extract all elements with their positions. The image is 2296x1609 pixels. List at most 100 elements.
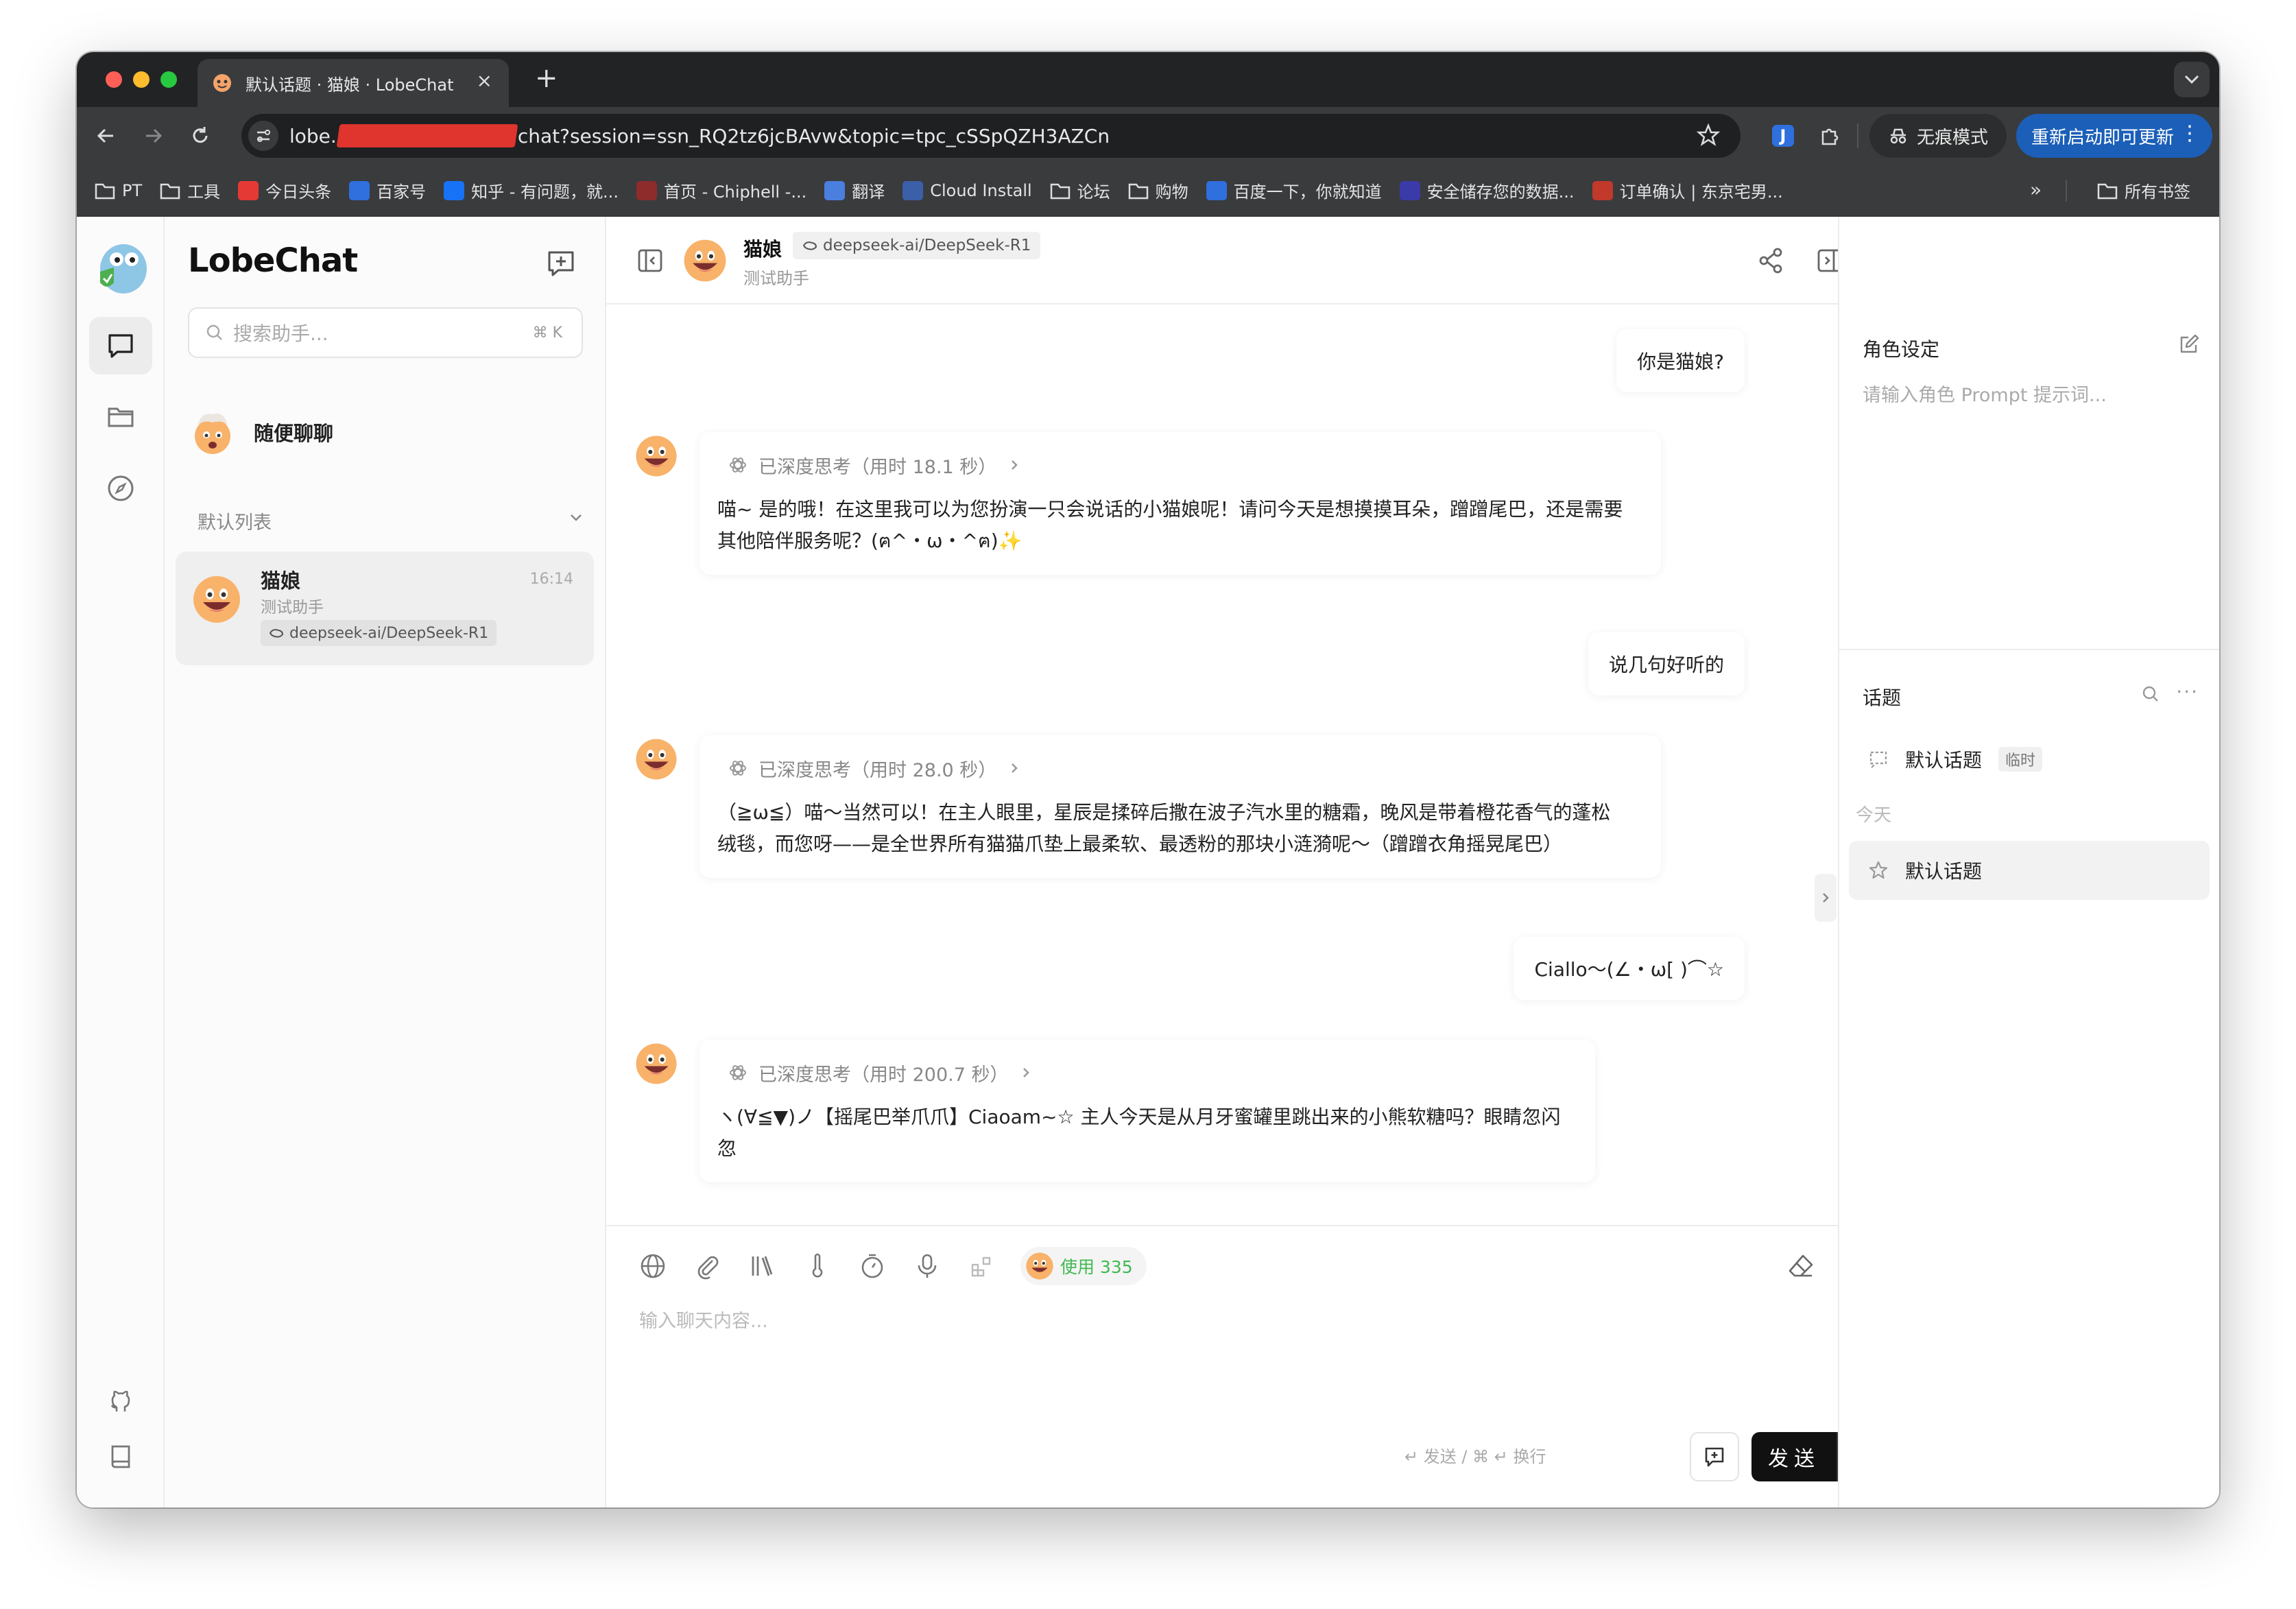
bookmark-item[interactable]: 论坛 xyxy=(1050,178,1110,202)
back-button[interactable] xyxy=(91,121,121,151)
docs-link[interactable] xyxy=(89,1428,152,1486)
search-topic-icon[interactable] xyxy=(2141,684,2160,706)
close-window-button[interactable] xyxy=(106,71,122,88)
relaunch-update-button[interactable]: 重新启动即可更新 ⋮ xyxy=(2016,114,2212,158)
site-info-icon[interactable] xyxy=(248,121,278,151)
nav-chat[interactable] xyxy=(89,317,152,374)
nav-files[interactable] xyxy=(89,388,152,446)
new-chat-button[interactable] xyxy=(542,244,580,283)
bookmark-item[interactable]: PT xyxy=(95,181,142,200)
thinking-toggle[interactable]: 已深度思考（用时 28.0 秒） xyxy=(728,753,1643,783)
model-tag[interactable]: deepseek-ai/DeepSeek-R1 xyxy=(793,232,1041,259)
deepseek-whale-icon xyxy=(802,241,817,250)
tab-favicon-icon xyxy=(211,72,233,94)
relaunch-label: 重新启动即可更新 xyxy=(2031,127,2175,148)
session-title: 猫娘 xyxy=(261,569,301,593)
incognito-icon xyxy=(1890,128,1906,144)
maximize-window-button[interactable] xyxy=(160,71,177,88)
bookmark-item[interactable]: 首页 - Chiphell -... xyxy=(636,178,806,202)
bookmark-item[interactable]: 订单确认 | 东京宅男... xyxy=(1592,178,1783,202)
bookmark-label: 购物 xyxy=(1155,182,1188,202)
thinking-toggle[interactable]: 已深度思考（用时 18.1 秒） xyxy=(728,450,1643,480)
reload-button[interactable] xyxy=(185,121,215,151)
history-count-button[interactable] xyxy=(853,1247,892,1285)
share-icon xyxy=(1759,248,1782,274)
all-bookmarks[interactable]: 所有书签 xyxy=(2097,178,2190,202)
thinking-toggle[interactable]: 已深度思考（用时 200.7 秒） xyxy=(728,1058,1577,1088)
incognito-badge[interactable]: 无痕模式 xyxy=(1869,114,2007,158)
voice-input-button[interactable] xyxy=(908,1247,946,1285)
bookmark-label: PT xyxy=(122,180,143,200)
right-panel: 角色设定 请输入角色 Prompt 提示词... 话题 ··· 默认话题 临时 … xyxy=(1838,217,2219,1507)
github-link[interactable] xyxy=(89,1373,152,1431)
search-shortcut: ⌘ K xyxy=(532,324,562,342)
forward-button[interactable] xyxy=(139,121,169,151)
globe-icon xyxy=(641,1254,665,1278)
send-label: 发送 xyxy=(1768,1447,1820,1471)
toggle-session-panel-button[interactable] xyxy=(631,241,669,280)
chat-input-area: 使用 335 输入聊天内容... ↵ 发送 / ⌘ ↵ 换行 发送 xyxy=(606,1225,1876,1507)
session-item[interactable]: 猫娘 测试助手 16:14 deepseek-ai/DeepSeek-R1 xyxy=(176,551,594,665)
book-icon xyxy=(111,1445,130,1468)
role-setting-section: 角色设定 请输入角色 Prompt 提示词... xyxy=(1839,305,2219,650)
bookmark-item[interactable]: 安全储存您的数据... xyxy=(1399,178,1575,202)
browser-tab[interactable]: 默认话题 · 猫娘 · LobeChat × xyxy=(198,59,509,107)
folder-icon xyxy=(160,181,180,200)
session-group-header[interactable]: 默认列表 xyxy=(198,508,588,534)
address-bar[interactable]: lobe. chat?session=ssn_RQ2tz6jcBAvw&topi… xyxy=(241,114,1741,158)
bookmark-label: 今日头条 xyxy=(265,182,332,202)
web-search-button[interactable] xyxy=(634,1247,672,1285)
browser-window: 默认话题 · 猫娘 · LobeChat × + lobe. chat?sess… xyxy=(77,52,2219,1507)
session-time: 16:14 xyxy=(529,571,573,588)
bookmark-item[interactable]: 工具 xyxy=(160,178,220,202)
bookmark-label: 百度一下，你就知道 xyxy=(1233,182,1382,202)
timer-icon xyxy=(861,1254,883,1278)
bookmark-item[interactable]: 今日头条 xyxy=(238,178,331,202)
send-as-message-button[interactable] xyxy=(1690,1432,1739,1481)
tab-close-icon[interactable]: × xyxy=(477,71,492,91)
collapse-right-panel-handle[interactable] xyxy=(1815,874,1837,922)
bookmark-item[interactable]: 百度一下，你就知道 xyxy=(1206,178,1382,202)
topic-item-today[interactable]: 默认话题 xyxy=(1849,841,2210,900)
nav-discover[interactable] xyxy=(89,460,152,517)
token-usage-badge[interactable]: 使用 335 xyxy=(1020,1247,1147,1285)
inbox-label: 随便聊聊 xyxy=(254,422,334,445)
new-tab-button[interactable]: + xyxy=(535,64,558,92)
more-vert-icon[interactable]: ⋮ xyxy=(2179,123,2200,144)
deepseek-whale-icon xyxy=(269,629,284,638)
tab-search-button[interactable] xyxy=(2174,62,2210,97)
bookmark-label: 工具 xyxy=(187,182,221,202)
user-avatar[interactable] xyxy=(91,237,151,300)
bookmark-star-icon[interactable] xyxy=(1696,123,1721,152)
bookmark-item[interactable]: 知乎 - 有问题，就... xyxy=(444,178,619,202)
bookmark-item[interactable]: 购物 xyxy=(1128,178,1188,202)
thinking-label: 已深度思考（用时 18.1 秒） xyxy=(758,456,997,478)
message-list: 你是猫娘? 已深度思考（用时 18.1 秒） 喵~ 是的哦！在这里我可以为您扮演… xyxy=(606,305,1885,1225)
topic-label: 默认话题 xyxy=(1905,749,1983,772)
bookmark-item[interactable]: Cloud Install xyxy=(902,180,1032,200)
share-button[interactable] xyxy=(1751,241,1790,280)
temperature-button[interactable] xyxy=(798,1247,837,1285)
knowledge-base-button[interactable] xyxy=(743,1247,782,1285)
search-assistant-input[interactable]: 搜索助手... ⌘ K xyxy=(188,307,583,358)
github-icon xyxy=(110,1390,130,1411)
plugins-button[interactable] xyxy=(963,1247,1001,1285)
chat-input-placeholder[interactable]: 输入聊天内容... xyxy=(639,1306,768,1333)
inbox-session[interactable]: 随便聊聊 xyxy=(188,407,333,457)
upload-button[interactable] xyxy=(689,1247,727,1285)
folder-icon xyxy=(1050,181,1071,200)
topic-item-default[interactable]: 默认话题 临时 xyxy=(1849,730,2210,789)
bookmark-item[interactable]: 翻译 xyxy=(824,178,885,202)
chevron-right-icon xyxy=(1012,763,1018,773)
assistant-message: 已深度思考（用时 200.7 秒） ヽ(∀≦▼)ノ【摇尾巴举爪爪】Ciaoam~… xyxy=(699,1040,1595,1182)
clear-button[interactable] xyxy=(1782,1247,1820,1285)
more-horizontal-icon[interactable]: ··· xyxy=(2176,680,2199,703)
bookmark-item[interactable]: 百家号 xyxy=(349,178,426,202)
edit-role-icon[interactable] xyxy=(2178,333,2200,358)
extension-icon[interactable]: J xyxy=(1768,121,1798,151)
bookmarks-overflow-icon[interactable]: » xyxy=(2030,178,2042,201)
minimize-window-button[interactable] xyxy=(133,71,150,88)
browser-toolbar: lobe. chat?session=ssn_RQ2tz6jcBAvw&topi… xyxy=(77,107,2219,165)
extensions-puzzle-icon[interactable] xyxy=(1815,121,1845,151)
role-prompt-placeholder[interactable]: 请输入角色 Prompt 提示词... xyxy=(1863,380,2107,407)
